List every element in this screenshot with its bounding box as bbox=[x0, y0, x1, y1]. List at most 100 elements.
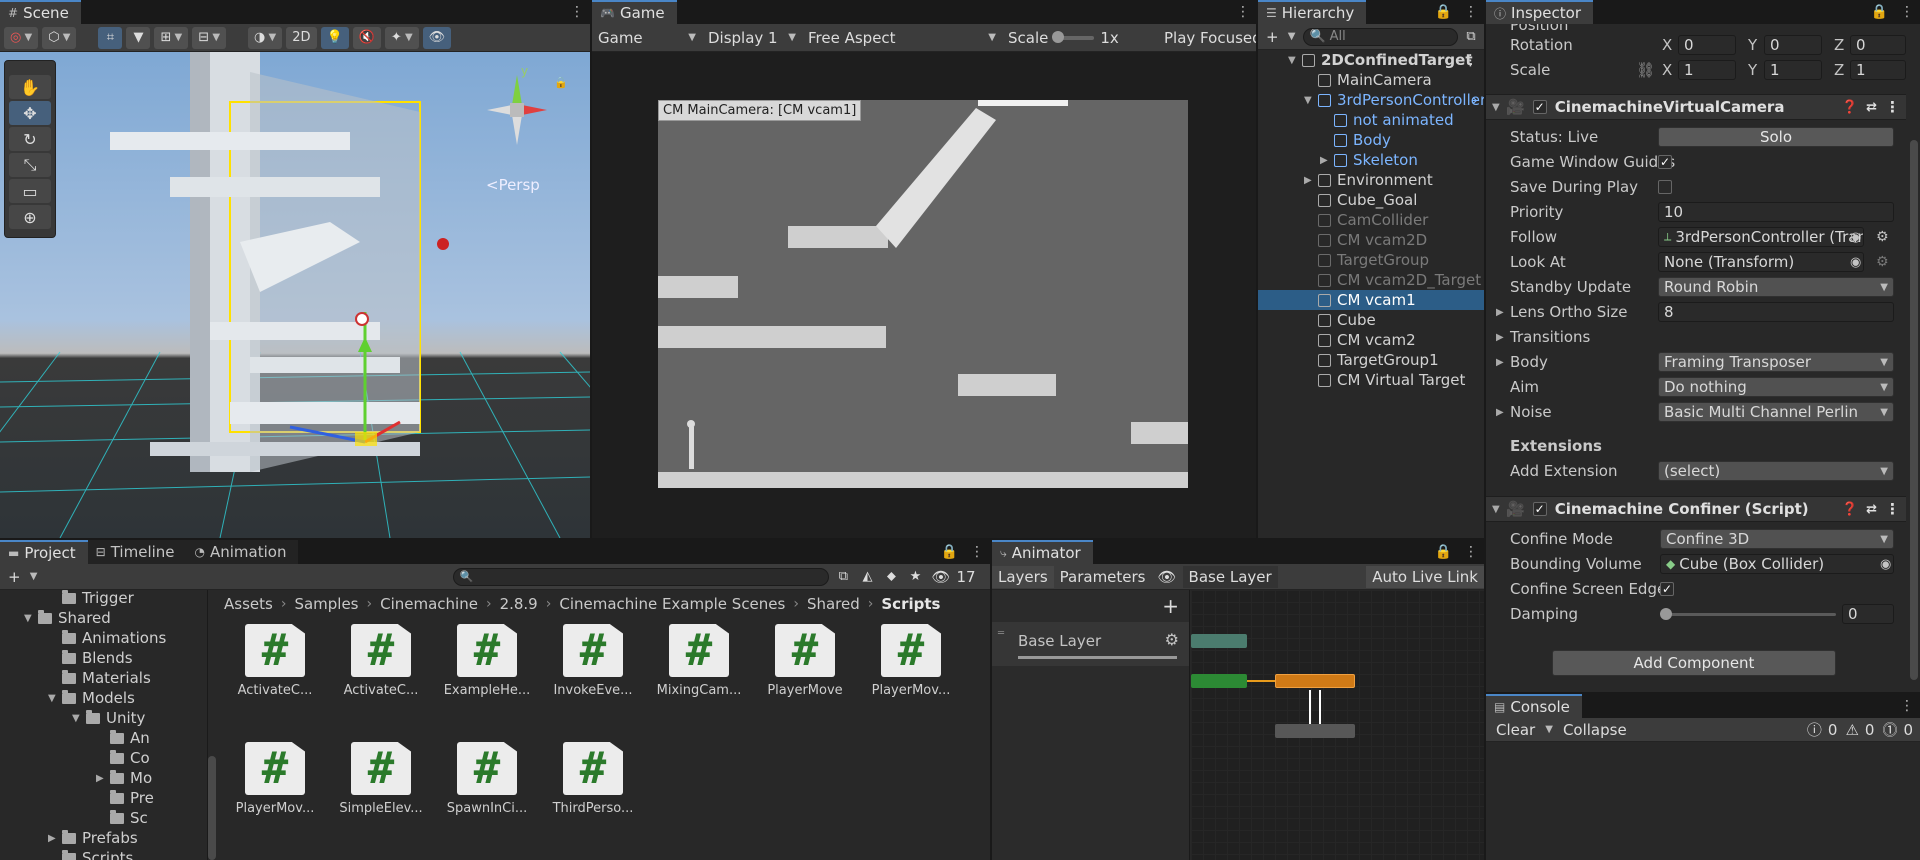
transform-tool-icon[interactable]: ⊕ bbox=[9, 205, 51, 229]
search-options-icon[interactable]: ⧉ bbox=[1462, 28, 1480, 46]
lens-row[interactable]: ▶ Lens Ortho Size 8 bbox=[1486, 301, 1906, 323]
add-layer-button[interactable]: + bbox=[1162, 594, 1179, 618]
folder-item[interactable]: Pre bbox=[96, 788, 154, 808]
more-menu-icon[interactable]: ⋮ bbox=[1230, 0, 1256, 24]
search-filter-icon[interactable]: ⧉ bbox=[833, 566, 853, 588]
expand-arrow-icon[interactable]: ▼ bbox=[48, 693, 62, 704]
rotate-tool-icon[interactable]: ↻ bbox=[9, 127, 51, 151]
expand-arrow-icon[interactable]: ▶ bbox=[96, 773, 110, 784]
look-at-field[interactable]: None (Transform) bbox=[1658, 252, 1864, 272]
solo-button[interactable]: Solo bbox=[1658, 127, 1894, 147]
expand-arrow-icon[interactable]: ▶ bbox=[1320, 155, 1334, 166]
move-tool-icon[interactable]: ✥ bbox=[9, 101, 51, 125]
drag-handle-icon[interactable]: ═ bbox=[998, 628, 1004, 639]
folder-item[interactable]: Blends bbox=[48, 648, 133, 668]
more-menu-icon[interactable]: ⋮ bbox=[564, 0, 590, 24]
inspector-scrollbar[interactable] bbox=[1910, 140, 1918, 680]
folder-item[interactable]: An bbox=[96, 728, 150, 748]
folder-item[interactable]: ▶ Mo bbox=[96, 768, 152, 788]
hierarchy-item[interactable]: TargetGroup1 bbox=[1258, 350, 1484, 370]
folder-item[interactable]: Co bbox=[96, 748, 150, 768]
confine-mode-dropdown[interactable]: Confine 3D ▼ bbox=[1660, 529, 1894, 549]
component-menu-icon[interactable]: ⋮ bbox=[1885, 98, 1900, 116]
folder-item[interactable]: Materials bbox=[48, 668, 151, 688]
locomotion-state-node[interactable] bbox=[1275, 674, 1355, 688]
expand-arrow-icon[interactable]: ▼ bbox=[1304, 95, 1318, 106]
guides-checkbox[interactable]: ✓ bbox=[1658, 155, 1672, 169]
confiner-component-header[interactable]: ▼ 🎥 ✓ Cinemachine Confiner (Script) ❓ ⇄ … bbox=[1486, 496, 1906, 522]
folder-item[interactable]: ▼ Models bbox=[48, 688, 135, 708]
collapse-button[interactable]: Collapse bbox=[1557, 719, 1633, 741]
expand-arrow-icon[interactable]: ▼ bbox=[24, 613, 38, 624]
script-asset[interactable]: # ExampleHe... bbox=[444, 624, 530, 698]
expand-arrow-icon[interactable]: ▶ bbox=[48, 833, 62, 844]
draw-mode-button[interactable]: ◎ ▼ bbox=[4, 26, 39, 49]
rotation-y-field[interactable]: 0 bbox=[1764, 35, 1822, 55]
hierarchy-item[interactable]: Cube_Goal bbox=[1258, 190, 1484, 210]
lock-icon[interactable]: 🔒 bbox=[935, 540, 964, 564]
folder-item[interactable]: Scripts bbox=[48, 848, 133, 860]
damping-field[interactable]: 0 bbox=[1842, 604, 1894, 624]
settings-gear-icon[interactable]: ⚙ bbox=[1876, 254, 1889, 270]
error-filter-button[interactable]: ⓵0 bbox=[1879, 719, 1916, 741]
folder-item[interactable]: ▶ Prefabs bbox=[48, 828, 138, 848]
folder-item[interactable]: ▼ Shared bbox=[24, 608, 111, 628]
hierarchy-item[interactable]: CM vcam1 bbox=[1258, 290, 1484, 310]
hierarchy-item[interactable]: ▼ 3rdPersonController › bbox=[1258, 90, 1484, 110]
tab-timeline[interactable]: ⊟ Timeline bbox=[87, 540, 187, 564]
entry-node[interactable] bbox=[1191, 674, 1247, 688]
object-picker-icon[interactable]: ◉ bbox=[1880, 557, 1891, 572]
state-graph[interactable] bbox=[1191, 590, 1484, 860]
orientation-gizmo[interactable]: y bbox=[482, 64, 552, 150]
preset-icon[interactable]: ⇄ bbox=[1866, 502, 1877, 517]
hierarchy-item[interactable]: MainCamera bbox=[1258, 70, 1484, 90]
script-asset[interactable]: # ActivateC... bbox=[238, 624, 312, 698]
object-picker-icon[interactable]: ◉ bbox=[1850, 255, 1861, 270]
breadcrumb-item[interactable]: 2.8.9 bbox=[500, 595, 538, 613]
script-asset[interactable]: # ActivateC... bbox=[344, 624, 418, 698]
shading-mode-button[interactable]: ◑ ▼ bbox=[248, 26, 283, 49]
gizmo-pivot-button[interactable]: ⬡ ▼ bbox=[42, 26, 77, 49]
folder-item[interactable]: Animations bbox=[48, 628, 166, 648]
play-focused-dropdown[interactable]: Play Focused bbox=[1158, 27, 1256, 49]
script-asset[interactable]: # PlayerMove bbox=[767, 624, 843, 698]
rotation-z-field[interactable]: 0 bbox=[1850, 35, 1906, 55]
hierarchy-item[interactable]: ▶ Skeleton bbox=[1258, 150, 1484, 170]
expand-arrow-icon[interactable]: ▼ bbox=[1288, 55, 1302, 66]
script-asset[interactable]: # PlayerMov... bbox=[236, 742, 314, 816]
breadcrumb-item[interactable]: Shared bbox=[807, 595, 860, 613]
prefab-open-icon[interactable]: › bbox=[1472, 91, 1478, 109]
layer-item[interactable]: ═ Base Layer ⚙ bbox=[992, 622, 1189, 666]
more-menu-icon[interactable]: ⋮ bbox=[1458, 0, 1484, 24]
tab-game[interactable]: 🎮 Game bbox=[592, 0, 677, 24]
follow-field[interactable]: ⟂3rdPersonController (Transform) bbox=[1658, 227, 1864, 247]
script-asset[interactable]: # ThirdPerso... bbox=[553, 742, 633, 816]
hierarchy-item[interactable]: TargetGroup bbox=[1258, 250, 1484, 270]
breadcrumb-item[interactable]: Scripts bbox=[881, 595, 940, 613]
grid-snap-button[interactable]: ⌗ bbox=[98, 26, 123, 49]
hierarchy-item[interactable]: Cube bbox=[1258, 310, 1484, 330]
more-menu-icon[interactable]: ⋮ bbox=[1463, 51, 1478, 69]
hierarchy-item[interactable]: CM vcam2D bbox=[1258, 230, 1484, 250]
more-menu-icon[interactable]: ⋮ bbox=[1458, 540, 1484, 564]
help-icon[interactable]: ❓ bbox=[1842, 502, 1858, 517]
breadcrumb-item[interactable]: Assets bbox=[224, 595, 273, 613]
body-dropdown[interactable]: Framing Transposer ▼ bbox=[1658, 352, 1894, 372]
bounding-volume-field[interactable]: ◆ Cube (Box Collider) bbox=[1660, 554, 1894, 574]
damping-slider-thumb[interactable] bbox=[1660, 607, 1672, 620]
snap-options-icon[interactable]: ▼ bbox=[126, 26, 151, 49]
vcam-component-header[interactable]: ▼ 🎥 ✓ CinemachineVirtualCamera ❓ ⇄ ⋮ bbox=[1486, 94, 1906, 120]
hierarchy-item[interactable]: Body bbox=[1258, 130, 1484, 150]
visibility-toggle-icon[interactable]: 👁 bbox=[422, 26, 452, 49]
lens-ortho-field[interactable]: 8 bbox=[1658, 302, 1894, 322]
scale-tool-icon[interactable]: ⤡ bbox=[9, 153, 51, 177]
warning-filter-button[interactable]: ⚠ 0 bbox=[1842, 719, 1877, 741]
expand-arrow-icon[interactable]: ▶ bbox=[1496, 307, 1510, 318]
eye-toggle-icon[interactable]: 👁 bbox=[1152, 566, 1183, 588]
game-viewport[interactable]: CM MainCamera: [CM vcam1] bbox=[592, 52, 1256, 538]
vcam-enabled-checkbox[interactable]: ✓ bbox=[1532, 100, 1547, 114]
noise-dropdown[interactable]: Basic Multi Channel Perlin ▼ bbox=[1658, 402, 1894, 422]
confine-edges-checkbox[interactable]: ✓ bbox=[1660, 582, 1674, 596]
auto-live-link-button[interactable]: Auto Live Link bbox=[1366, 565, 1484, 588]
increment-snap-button[interactable]: ⊟ ▼ bbox=[192, 26, 227, 49]
